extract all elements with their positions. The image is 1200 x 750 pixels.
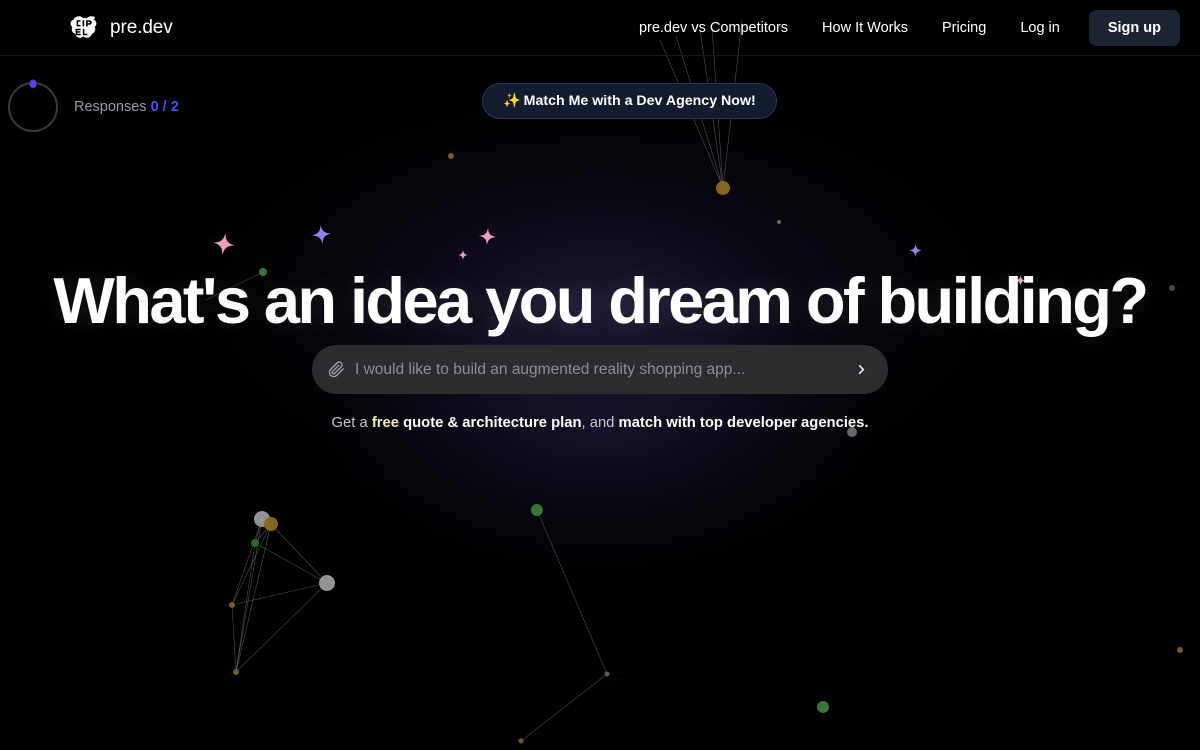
subtitle-connector: , and	[581, 415, 619, 431]
progress-ring	[8, 81, 58, 132]
main-nav: pre.dev vs Competitors How It Works Pric…	[622, 9, 1180, 46]
top-navigation-bar: pre.dev pre.dev vs Competitors How It Wo…	[0, 0, 1200, 56]
subtitle-free-word: free	[371, 415, 399, 431]
match-agency-cta-button[interactable]: ✨ Match Me with a Dev Agency Now!	[482, 83, 777, 119]
sparkles-icon: ✨	[503, 93, 521, 109]
responses-label-group: Responses 0 / 2	[74, 99, 179, 115]
brand-logo[interactable]: pre.dev	[70, 15, 173, 41]
match-agency-cta-label: Match Me with a Dev Agency Now!	[523, 93, 756, 109]
brand-name: pre.dev	[110, 16, 173, 38]
nav-item-log-in[interactable]: Log in	[1003, 12, 1077, 44]
sparkle-star-icon	[458, 247, 468, 260]
nav-item-pricing[interactable]: Pricing	[925, 12, 1003, 44]
sparkle-star-icon	[311, 224, 332, 245]
nav-item-competitors[interactable]: pre.dev vs Competitors	[622, 12, 805, 44]
subtitle-mid-bold: quote & architecture plan	[398, 415, 582, 431]
hero-subtitle: Get a free quote & architecture plan, an…	[0, 415, 1200, 431]
sparkle-star-icon	[478, 227, 496, 245]
chevron-right-icon	[858, 364, 864, 375]
subtitle-suffix-bold: match with top developer agencies.	[618, 415, 869, 431]
page-title: What's an idea you dream of building?	[53, 264, 1150, 337]
nav-item-how-it-works[interactable]: How It Works	[805, 12, 925, 44]
page-root: pre.dev pre.dev vs Competitors How It Wo…	[0, 0, 1200, 750]
responses-count: 0 / 2	[150, 99, 179, 115]
sparkle-star-icon	[908, 243, 922, 257]
paperclip-icon[interactable]	[328, 361, 345, 378]
responses-label: Responses	[74, 99, 147, 115]
idea-search-bar[interactable]	[312, 345, 888, 394]
progress-ring-track	[8, 82, 58, 132]
submit-idea-button[interactable]	[848, 357, 874, 383]
brain-icon	[70, 15, 97, 38]
idea-search-input[interactable]	[345, 360, 848, 379]
responses-indicator: Responses 0 / 2	[8, 81, 179, 132]
subtitle-prefix: Get a	[331, 415, 372, 431]
progress-ring-dot	[29, 81, 37, 88]
sparkle-star-icon	[212, 232, 237, 257]
sign-up-button[interactable]: Sign up	[1088, 9, 1180, 46]
